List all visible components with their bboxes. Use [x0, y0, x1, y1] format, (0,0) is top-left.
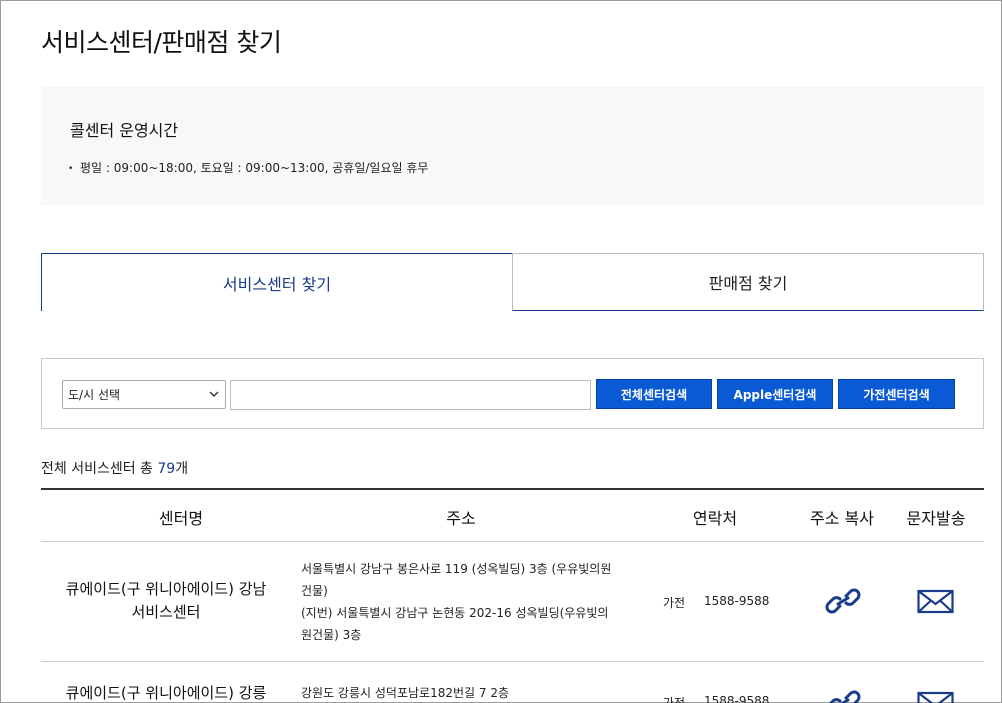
- region-select[interactable]: 도/시 선택: [62, 380, 226, 409]
- region-select-value: 도/시 선택: [68, 388, 121, 402]
- center-name-line: 서비스센터: [131, 603, 201, 621]
- chevron-down-icon: [209, 391, 219, 397]
- center-name-line: 큐에이드(구 위니아에이드) 강릉: [65, 684, 267, 702]
- search-apple-button[interactable]: Apple센터검색: [717, 379, 833, 409]
- bullet-icon: •: [68, 164, 74, 174]
- table-row: 큐에이드(구 위니아에이드) 강남 서비스센터 서울특별시 강남구 봉은사로 1…: [41, 542, 984, 662]
- search-all-button[interactable]: 전체센터검색: [596, 379, 712, 409]
- notice-hours: • 평일 : 09:00~18:00, 토요일 : 09:00~13:00, 공휴…: [68, 159, 428, 176]
- count-number: 79: [157, 461, 176, 477]
- address-line: (지번) 서울특별시 강남구 논현동 202-16 성옥빌딩(우유빛의: [301, 606, 609, 620]
- tab-store[interactable]: 판매점 찾기: [512, 253, 984, 311]
- mail-icon[interactable]: [917, 690, 955, 703]
- center-address: 서울특별시 강남구 봉은사로 119 (성옥빌딩) 3층 (우유빛의원 건물) …: [301, 558, 631, 646]
- notice-hours-text: 평일 : 09:00~18:00, 토요일 : 09:00~13:00, 공휴일…: [80, 161, 429, 175]
- tab-bar: 서비스센터 찾기 판매점 찾기: [41, 253, 984, 311]
- contact-phone[interactable]: 1588-9588: [704, 694, 769, 703]
- address-line: 건물): [301, 584, 328, 598]
- count-prefix: 전체 서비스센터 총: [41, 461, 158, 477]
- header-center-name: 센터명: [158, 509, 204, 528]
- search-input[interactable]: [230, 380, 591, 410]
- page-title: 서비스센터/판매점 찾기: [41, 28, 282, 57]
- header-address: 주소: [446, 509, 476, 528]
- contact-type: 가전: [663, 596, 686, 610]
- link-icon[interactable]: [824, 688, 862, 703]
- table-header: 센터명 주소 연락처 주소 복사 문자발송: [41, 488, 984, 542]
- address-line: 서울특별시 강남구 봉은사로 119 (성옥빌딩) 3층 (우유빛의원: [301, 562, 612, 576]
- count-suffix: 개: [175, 461, 189, 477]
- mail-icon[interactable]: [917, 588, 955, 616]
- tab-service-center[interactable]: 서비스센터 찾기: [41, 253, 513, 311]
- contact-type: 가전: [663, 696, 686, 703]
- address-line: 원건물) 3층: [301, 628, 362, 642]
- search-appliance-button[interactable]: 가전센터검색: [838, 379, 955, 409]
- link-icon[interactable]: [824, 586, 862, 616]
- center-address: 강원도 강릉시 성덕포남로182번길 7 2층: [301, 682, 631, 703]
- search-panel: 도/시 선택 전체센터검색 Apple센터검색 가전센터검색: [41, 358, 984, 429]
- total-count: 전체 서비스센터 총 79개: [41, 458, 188, 478]
- notice-title: 콜센터 운영시간: [70, 121, 179, 140]
- center-name: 큐에이드(구 위니아에이드) 강남 서비스센터: [51, 578, 281, 624]
- center-name-line: 큐에이드(구 위니아에이드) 강남: [65, 580, 267, 598]
- header-contact: 연락처: [692, 509, 738, 528]
- center-name: 큐에이드(구 위니아에이드) 강릉: [51, 682, 281, 703]
- table-row: 큐에이드(구 위니아에이드) 강릉 강원도 강릉시 성덕포남로182번길 7 2…: [41, 662, 984, 703]
- address-line: 강원도 강릉시 성덕포남로182번길 7 2층: [301, 686, 509, 700]
- call-center-notice: 콜센터 운영시간 • 평일 : 09:00~18:00, 토요일 : 09:00~…: [41, 87, 984, 205]
- contact-phone[interactable]: 1588-9588: [704, 594, 769, 608]
- header-address-copy: 주소 복사: [810, 509, 874, 528]
- header-sms: 문자발송: [906, 509, 966, 528]
